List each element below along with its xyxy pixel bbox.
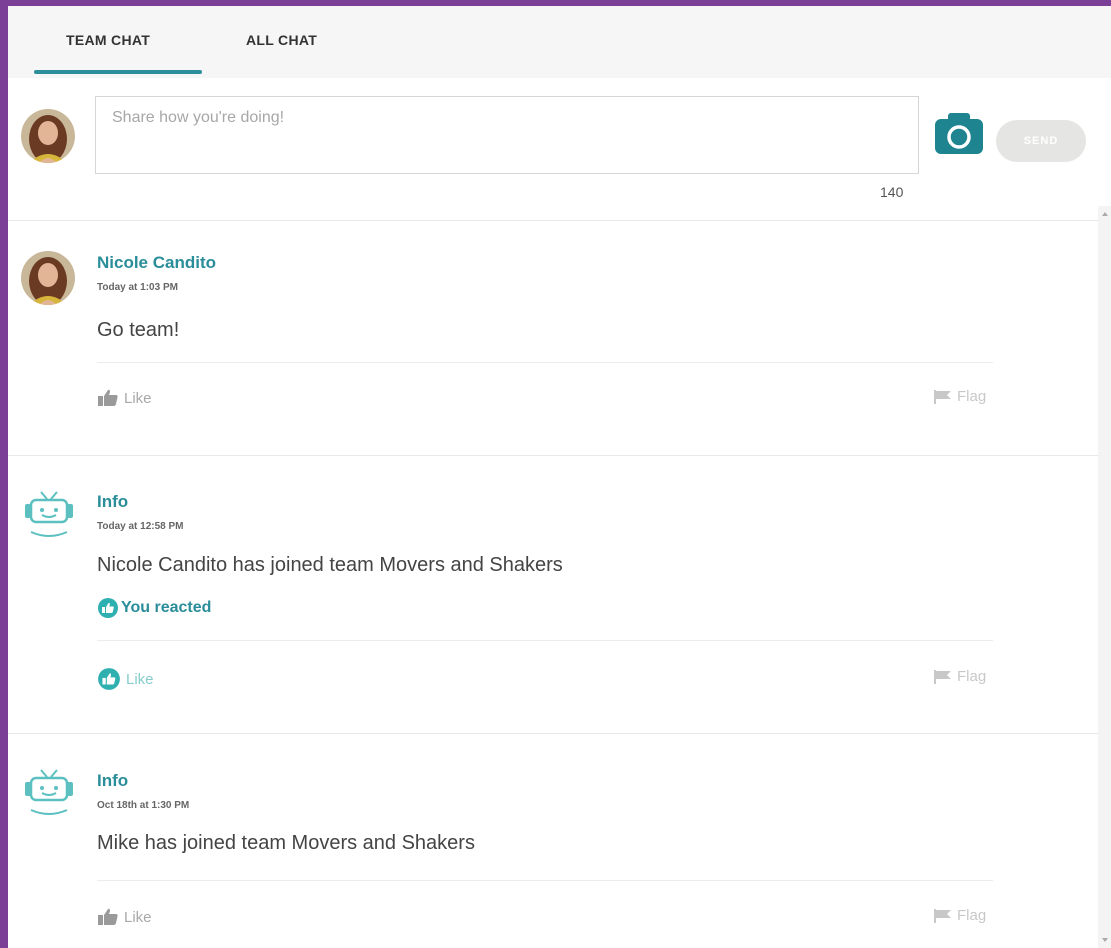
send-button[interactable]: SEND: [996, 120, 1086, 162]
like-label: Like: [124, 908, 152, 926]
chat-tabs: TEAM CHAT ALL CHAT: [8, 6, 1111, 78]
camera-icon[interactable]: [933, 110, 985, 156]
thumbs-up-icon: [98, 389, 118, 406]
chat-post: Nicole Candito Today at 1:03 PM Go team!…: [8, 221, 1098, 455]
tab-team-chat[interactable]: TEAM CHAT: [66, 32, 150, 48]
post-timestamp: Oct 18th at 1:30 PM: [97, 800, 190, 811]
scroll-up-arrow-icon[interactable]: [1102, 212, 1108, 216]
user-avatar: [21, 109, 75, 163]
post-timestamp: Today at 1:03 PM: [97, 282, 178, 293]
like-button[interactable]: Like: [97, 389, 152, 407]
scrollbar[interactable]: [1098, 206, 1111, 948]
post-text: Mike has joined team Movers and Shakers: [97, 832, 475, 854]
flag-icon: [934, 908, 951, 923]
flag-button[interactable]: Flag: [934, 388, 986, 405]
post-author[interactable]: Nicole Candito: [97, 253, 216, 273]
flag-label: Flag: [957, 907, 987, 924]
like-button[interactable]: Like: [97, 667, 154, 691]
thumbs-up-icon: [98, 908, 118, 925]
post-author[interactable]: Info: [97, 771, 128, 791]
like-label: Like: [124, 389, 152, 407]
post-text: Nicole Candito has joined team Movers an…: [97, 554, 563, 576]
flag-icon: [934, 389, 951, 404]
reaction-summary[interactable]: You reacted: [97, 597, 211, 619]
post-timestamp: Today at 12:58 PM: [97, 521, 184, 532]
author-avatar: [21, 251, 75, 305]
flag-button[interactable]: Flag: [934, 668, 986, 685]
post-divider: [97, 640, 993, 641]
active-tab-indicator: [34, 70, 202, 74]
bot-avatar-icon: [21, 764, 77, 820]
reaction-like-icon: [98, 598, 118, 618]
flag-button[interactable]: Flag: [934, 907, 986, 924]
message-composer: 140 SEND: [8, 78, 1111, 221]
tab-all-chat[interactable]: ALL CHAT: [246, 32, 317, 48]
post-divider: [97, 880, 993, 881]
chat-panel: TEAM CHAT ALL CHAT 140 SEND: [8, 6, 1111, 948]
message-input[interactable]: [95, 96, 919, 174]
character-count: 140: [880, 184, 904, 200]
bot-avatar-icon: [21, 486, 77, 542]
flag-label: Flag: [957, 388, 987, 405]
post-text: Go team!: [97, 319, 180, 341]
post-author[interactable]: Info: [97, 492, 128, 512]
reaction-like-icon: [98, 668, 120, 690]
flag-label: Flag: [957, 668, 987, 685]
post-divider: [97, 362, 993, 363]
scroll-down-arrow-icon[interactable]: [1102, 938, 1108, 942]
chat-post: Info Today at 12:58 PM Nicole Candito ha…: [8, 456, 1098, 733]
like-label: Like: [126, 670, 154, 688]
flag-icon: [934, 669, 951, 684]
reaction-label: You reacted: [121, 599, 212, 616]
like-button[interactable]: Like: [97, 908, 152, 926]
chat-post: Info Oct 18th at 1:30 PM Mike has joined…: [8, 734, 1098, 948]
